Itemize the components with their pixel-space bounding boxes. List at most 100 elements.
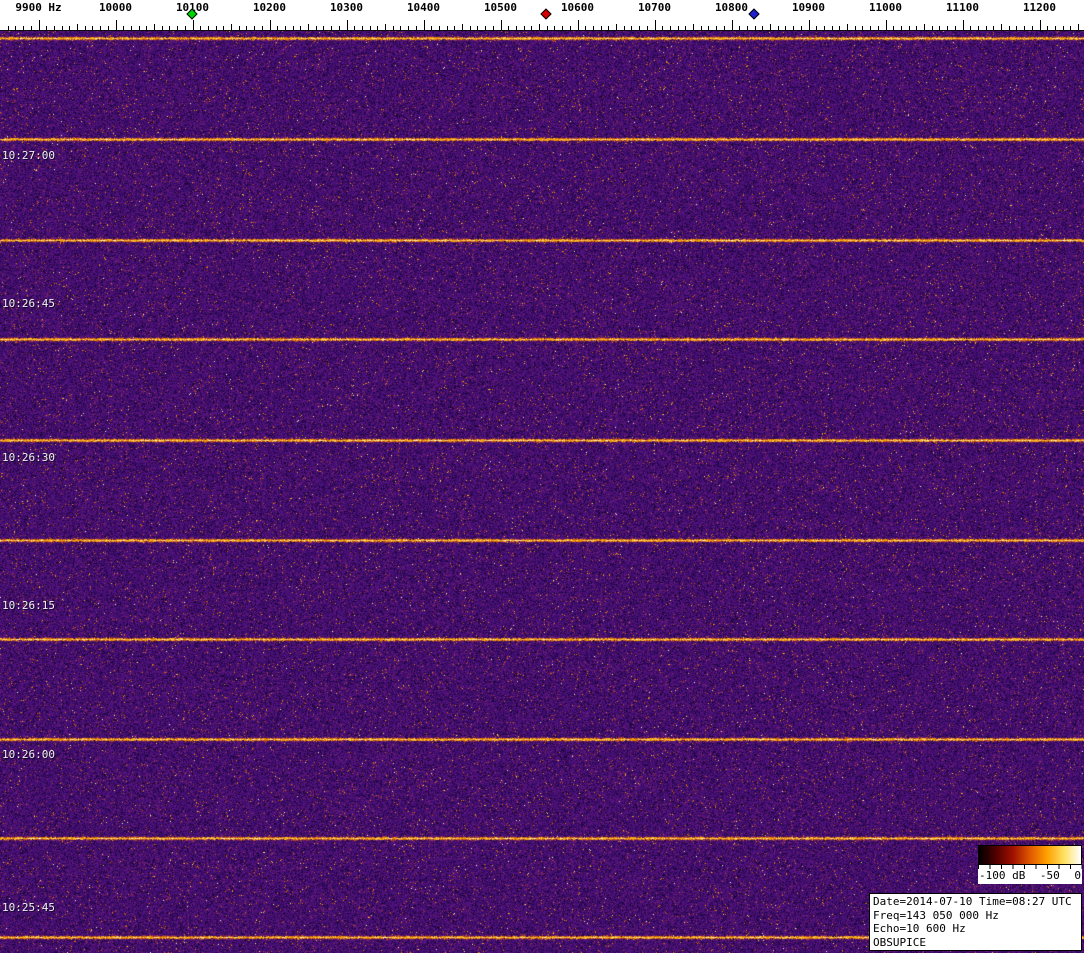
freq-minor-tick — [92, 26, 93, 30]
freq-tick-label: 10400 — [407, 1, 440, 14]
freq-minor-tick — [1055, 26, 1056, 30]
freq-minor-tick — [531, 26, 532, 30]
spectrogram-canvas[interactable] — [0, 31, 1084, 953]
freq-minor-tick — [1009, 26, 1010, 30]
freq-minor-tick — [939, 26, 940, 30]
freq-minor-tick — [970, 26, 971, 30]
freq-major-tick — [270, 20, 271, 30]
freq-minor-tick — [793, 26, 794, 30]
freq-minor-tick — [308, 24, 309, 30]
freq-minor-tick — [608, 26, 609, 30]
freq-major-tick — [1040, 20, 1041, 30]
freq-minor-tick — [801, 26, 802, 30]
freq-minor-tick — [1024, 26, 1025, 30]
freq-minor-tick — [354, 26, 355, 30]
freq-minor-tick — [108, 26, 109, 30]
freq-minor-tick — [547, 26, 548, 30]
freq-minor-tick — [716, 26, 717, 30]
color-scale-gradient — [978, 845, 1082, 865]
freq-major-tick — [39, 20, 40, 30]
info-echo-line: Echo=10 600 Hz — [873, 922, 1078, 936]
freq-minor-tick — [832, 26, 833, 30]
freq-minor-tick — [462, 24, 463, 30]
freq-minor-tick — [323, 26, 324, 30]
freq-minor-tick — [585, 26, 586, 30]
freq-minor-tick — [162, 26, 163, 30]
freq-minor-tick — [986, 26, 987, 30]
freq-minor-tick — [901, 26, 902, 30]
freq-minor-tick — [477, 26, 478, 30]
freq-minor-tick — [739, 26, 740, 30]
freq-minor-tick — [46, 26, 47, 30]
freq-minor-tick — [1001, 24, 1002, 30]
freq-tick-label: 10700 — [638, 1, 671, 14]
freq-minor-tick — [200, 26, 201, 30]
freq-minor-tick — [293, 26, 294, 30]
info-freq-line: Freq=143 050 000 Hz — [873, 909, 1078, 923]
freq-minor-tick — [570, 26, 571, 30]
freq-minor-tick — [493, 26, 494, 30]
spectrogram-app: 9900 Hz100001010010200103001040010500106… — [0, 0, 1084, 953]
freq-major-tick — [655, 20, 656, 30]
freq-minor-tick — [778, 26, 779, 30]
freq-major-tick — [578, 20, 579, 30]
freq-minor-tick — [370, 26, 371, 30]
freq-minor-tick — [1016, 26, 1017, 30]
freq-minor-tick — [647, 26, 648, 30]
freq-minor-tick — [708, 26, 709, 30]
freq-minor-tick — [15, 26, 16, 30]
freq-minor-tick — [277, 26, 278, 30]
freq-minor-tick — [262, 26, 263, 30]
freq-minor-tick — [639, 26, 640, 30]
freq-major-tick — [424, 20, 425, 30]
freq-minor-tick — [123, 26, 124, 30]
freq-major-tick — [886, 20, 887, 30]
freq-minor-tick — [631, 26, 632, 30]
freq-minor-tick — [239, 26, 240, 30]
freq-tick-label: 10600 — [561, 1, 594, 14]
freq-major-tick — [347, 20, 348, 30]
freq-minor-tick — [893, 26, 894, 30]
freq-major-tick — [732, 20, 733, 30]
freq-minor-tick — [862, 26, 863, 30]
freq-minor-tick — [747, 26, 748, 30]
freq-minor-tick — [408, 26, 409, 30]
freq-minor-tick — [670, 26, 671, 30]
freq-minor-tick — [254, 26, 255, 30]
freq-minor-tick — [208, 26, 209, 30]
freq-minor-tick — [85, 26, 86, 30]
freq-minor-tick — [339, 26, 340, 30]
freq-minor-tick — [416, 26, 417, 30]
freq-minor-tick — [924, 24, 925, 30]
info-box: Date=2014-07-10 Time=08:27 UTC Freq=143 … — [869, 893, 1082, 951]
marker-red-diamond-icon[interactable] — [540, 8, 551, 19]
frequency-ruler[interactable]: 9900 Hz100001010010200103001040010500106… — [0, 0, 1084, 31]
freq-minor-tick — [169, 26, 170, 30]
freq-minor-tick — [470, 26, 471, 30]
freq-major-tick — [963, 20, 964, 30]
freq-tick-label: 11100 — [946, 1, 979, 14]
freq-minor-tick — [485, 26, 486, 30]
freq-minor-tick — [824, 26, 825, 30]
freq-minor-tick — [8, 26, 9, 30]
freq-minor-tick — [516, 26, 517, 30]
freq-minor-tick — [978, 26, 979, 30]
freq-minor-tick — [447, 26, 448, 30]
freq-minor-tick — [316, 26, 317, 30]
marker-blue-diamond-icon[interactable] — [748, 8, 759, 19]
freq-minor-tick — [100, 26, 101, 30]
freq-tick-label: 10800 — [715, 1, 748, 14]
freq-minor-tick — [385, 24, 386, 30]
freq-minor-tick — [909, 26, 910, 30]
color-scale-labels: -100 dB -50 0 — [978, 869, 1082, 884]
freq-minor-tick — [593, 26, 594, 30]
freq-minor-tick — [139, 26, 140, 30]
freq-minor-tick — [524, 26, 525, 30]
freq-minor-tick — [601, 26, 602, 30]
freq-minor-tick — [701, 26, 702, 30]
freq-minor-tick — [439, 26, 440, 30]
freq-minor-tick — [23, 26, 24, 30]
freq-minor-tick — [300, 26, 301, 30]
freq-minor-tick — [377, 26, 378, 30]
scale-label-max: 0 — [1074, 869, 1081, 884]
